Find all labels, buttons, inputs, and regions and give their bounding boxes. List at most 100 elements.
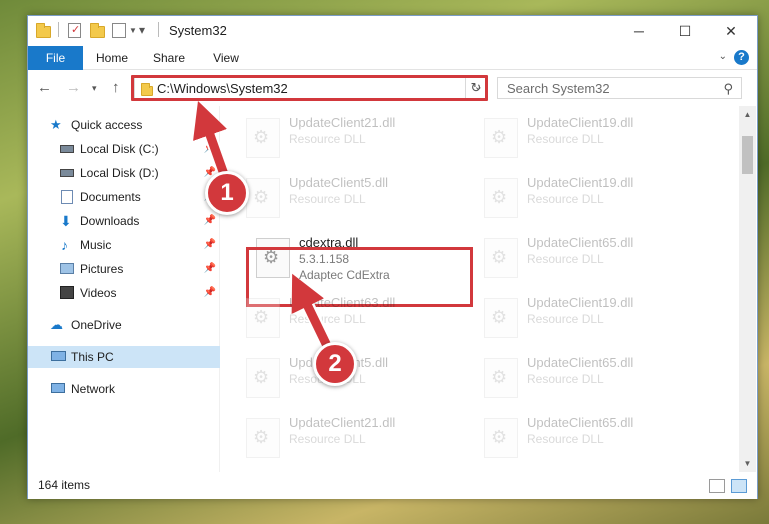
pin-icon: 📌: [203, 263, 216, 274]
file-type: Resource DLL: [527, 192, 604, 206]
refresh-button[interactable]: ↻: [465, 77, 487, 99]
dll-file-icon: ⚙: [246, 118, 280, 158]
maximize-button[interactable]: ☐: [662, 16, 708, 46]
file-type: Resource DLL: [527, 432, 604, 446]
file-tile[interactable]: ⚙ UpdateClient65.dll Resource DLL: [479, 354, 709, 410]
file-name: UpdateClient5.dll: [289, 175, 389, 190]
tab-view[interactable]: View: [204, 46, 248, 70]
file-type: Resource DLL: [527, 252, 604, 266]
item-count: 164 items: [38, 478, 91, 492]
documents-icon: [61, 190, 73, 204]
dll-file-icon: ⚙: [246, 298, 280, 338]
file-tile[interactable]: ⚙ UpdateClient19.dll Resource DLL: [479, 174, 709, 230]
pictures-icon: [60, 263, 74, 274]
dll-file-icon: ⚙: [246, 358, 280, 398]
file-name: UpdateClient65.dll: [527, 235, 634, 250]
help-icon[interactable]: ?: [734, 50, 749, 65]
search-icon: ⚲: [723, 81, 733, 96]
dll-file-icon: ⚙: [256, 238, 290, 278]
tab-file[interactable]: File: [28, 46, 83, 70]
nav-item-this-pc[interactable]: This PC: [28, 346, 220, 368]
music-icon: ♪: [61, 237, 68, 253]
nav-item-local-disk-d[interactable]: Local Disk (D:) 📌: [28, 162, 220, 184]
nav-item-quick-access[interactable]: ★ Quick access: [28, 114, 220, 136]
expand-ribbon-icon[interactable]: ⌄: [719, 51, 727, 62]
file-type: Resource DLL: [527, 132, 604, 146]
address-row: ← → ▾ ↑ C:\Windows\System32 ⌄ ↻ Search S…: [28, 71, 757, 105]
file-tile[interactable]: ⚙ UpdateClient19.dll Resource DLL: [479, 114, 709, 170]
status-bar: 164 items: [28, 472, 757, 499]
nav-item-videos[interactable]: Videos 📌: [28, 282, 220, 304]
search-input[interactable]: Search System32 ⚲: [497, 77, 742, 99]
file-type: Resource DLL: [289, 192, 366, 206]
file-tile[interactable]: ⚙ UpdateClient21.dll Resource DLL: [241, 114, 471, 170]
file-type: Resource DLL: [527, 312, 604, 326]
nav-item-documents[interactable]: Documents 📌: [28, 186, 220, 208]
scroll-down-icon[interactable]: ▼: [739, 455, 756, 472]
file-tile-cdextra[interactable]: ⚙ cdextra.dll 5.3.1.158 Adaptec CdExtra: [251, 234, 481, 290]
window-title: System32: [169, 23, 227, 38]
pin-icon: 📌: [203, 239, 216, 250]
nav-item-pictures[interactable]: Pictures 📌: [28, 258, 220, 280]
file-tile[interactable]: ⚙ UpdateClient21.dll Resource DLL: [241, 414, 471, 470]
file-tile[interactable]: ⚙ UpdateClient5.dll Resource DLL: [241, 174, 471, 230]
minimize-button[interactable]: ─: [616, 16, 662, 46]
nav-item-music[interactable]: ♪ Music 📌: [28, 234, 220, 256]
download-icon: ⬇: [60, 213, 72, 229]
scroll-thumb[interactable]: [742, 136, 753, 174]
file-name: UpdateClient19.dll: [527, 115, 634, 130]
navigation-pane: ★ Quick access Local Disk (C:) 📌 Local D…: [28, 106, 220, 472]
back-button[interactable]: ←: [37, 79, 52, 96]
search-placeholder: Search System32: [507, 81, 610, 96]
pin-icon: 📌: [203, 287, 216, 298]
ribbon-tabs: File Home Share View ⌄ ?: [28, 46, 757, 70]
file-name: UpdateClient19.dll: [527, 295, 634, 310]
chevron-down-icon[interactable]: ▼: [129, 26, 137, 41]
close-button[interactable]: ✕: [708, 16, 754, 46]
address-path[interactable]: C:\Windows\System32: [157, 81, 288, 96]
step-1-badge: 1: [205, 171, 249, 215]
dll-file-icon: ⚙: [484, 358, 518, 398]
file-company: Adaptec CdExtra: [299, 268, 390, 282]
cloud-icon: ☁: [50, 317, 63, 332]
address-bar[interactable]: C:\Windows\System32 ⌄: [134, 77, 488, 99]
quick-access-toolbar-icon[interactable]: ▾: [139, 23, 145, 38]
tab-home[interactable]: Home: [88, 46, 136, 70]
dll-file-icon: ⚙: [246, 178, 280, 218]
dll-file-icon: ⚙: [484, 418, 518, 458]
file-list: ⚙ UpdateClient21.dll Resource DLL ⚙ Upda…: [221, 106, 739, 472]
file-tile[interactable]: ⚙ UpdateClient65.dll Resource DLL: [479, 234, 709, 290]
pin-icon: 📌: [203, 215, 216, 226]
vertical-scrollbar[interactable]: ▲ ▼: [739, 106, 756, 472]
nav-item-local-disk-c[interactable]: Local Disk (C:) 📌: [28, 138, 220, 160]
file-name: cdextra.dll: [299, 235, 359, 250]
dll-file-icon: ⚙: [484, 298, 518, 338]
dll-file-icon: ⚙: [484, 238, 518, 278]
nav-item-downloads[interactable]: ⬇ Downloads 📌: [28, 210, 220, 232]
drive-icon: [60, 169, 74, 177]
scroll-up-icon[interactable]: ▲: [739, 106, 756, 123]
file-tile[interactable]: ⚙ UpdateClient65.dll Resource DLL: [479, 414, 709, 470]
nav-item-network[interactable]: Network: [28, 378, 220, 400]
customize-icon[interactable]: [112, 23, 126, 38]
forward-button[interactable]: →: [66, 79, 81, 96]
recent-locations-icon[interactable]: ▾: [92, 83, 97, 94]
file-tile[interactable]: ⚙ UpdateClient19.dll Resource DLL: [479, 294, 709, 350]
drive-icon: [60, 145, 74, 153]
dll-file-icon: ⚙: [246, 418, 280, 458]
star-icon: ★: [50, 117, 62, 132]
large-icons-view-icon[interactable]: [731, 479, 747, 493]
file-name: UpdateClient65.dll: [527, 355, 634, 370]
file-version: 5.3.1.158: [299, 252, 350, 266]
up-button[interactable]: ↑: [112, 79, 120, 96]
file-tile[interactable]: ⚙ UpdateClient63.dll Resource DLL: [241, 294, 471, 350]
tab-share[interactable]: Share: [146, 46, 192, 70]
details-view-icon[interactable]: [709, 479, 725, 493]
videos-icon: [60, 286, 74, 299]
file-type: Resource DLL: [289, 432, 366, 446]
properties-icon[interactable]: ✓: [68, 23, 81, 38]
nav-item-onedrive[interactable]: ☁ OneDrive: [28, 314, 220, 336]
file-name: UpdateClient21.dll: [289, 115, 396, 130]
separator: [58, 22, 59, 37]
computer-icon: [51, 351, 66, 361]
